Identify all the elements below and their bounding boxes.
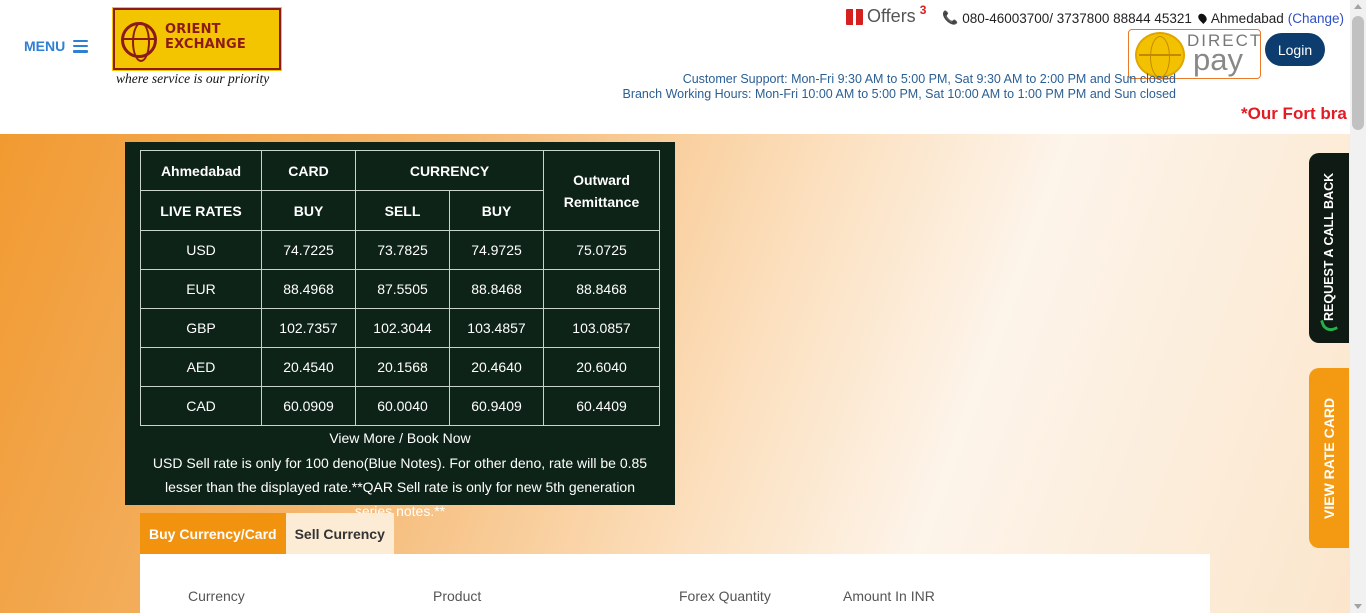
currency-buy-rate: 88.8468 bbox=[449, 269, 544, 309]
hamburger-icon bbox=[73, 39, 89, 53]
card-header: CARD bbox=[261, 150, 356, 191]
request-call-back-label: REQUEST A CALL BACK bbox=[1322, 172, 1336, 322]
currency-code: GBP bbox=[140, 308, 262, 348]
menu-button[interactable]: MENU bbox=[24, 38, 89, 54]
transaction-tabs: Buy Currency/Card Sell Currency bbox=[140, 513, 394, 554]
currency-sell-rate: 102.3044 bbox=[355, 308, 450, 348]
branch-working-hours: Branch Working Hours: Mon-Fri 10:00 AM t… bbox=[622, 87, 1176, 101]
tagline: where service is our priority bbox=[116, 71, 270, 86]
currency-label: Currency bbox=[188, 588, 245, 604]
amount-inr-label: Amount In INR bbox=[843, 588, 935, 604]
orient-exchange-logo[interactable]: ORIENT EXCHANGE bbox=[112, 7, 282, 71]
rates-city-header: Ahmedabad bbox=[140, 150, 262, 191]
table-row: GBP 102.7357 102.3044 103.4857 103.0857 bbox=[140, 308, 660, 348]
live-rates-panel: Ahmedabad CARD CURRENCY Outward Remittanc… bbox=[125, 142, 675, 519]
card-buy-rate: 74.7225 bbox=[261, 230, 356, 270]
currency-buy-rate: 74.9725 bbox=[449, 230, 544, 270]
phone-number[interactable]: 080-46003700/ 3737800 88844 45321 bbox=[962, 11, 1192, 26]
offers-link[interactable]: Offers 3 bbox=[846, 3, 927, 27]
card-buy-header: BUY bbox=[261, 190, 356, 231]
currency-sell-rate: 73.7825 bbox=[355, 230, 450, 270]
menu-label: MENU bbox=[24, 38, 66, 54]
gift-icon bbox=[846, 9, 863, 25]
tab-buy-currency-card[interactable]: Buy Currency/Card bbox=[140, 513, 286, 554]
change-city-link[interactable]: (Change) bbox=[1288, 11, 1344, 26]
scrollbar-thumb[interactable] bbox=[1352, 16, 1364, 130]
contact-bar: 📞 080-46003700/ 3737800 88844 45321 Ahme… bbox=[942, 10, 1344, 26]
remittance-rate: 103.0857 bbox=[543, 308, 660, 348]
remittance-rate: 60.4409 bbox=[543, 386, 660, 426]
card-buy-rate: 20.4540 bbox=[261, 347, 356, 387]
currency-code: USD bbox=[140, 230, 262, 270]
customer-support-hours: Customer Support: Mon-Fri 9:30 AM to 5:0… bbox=[682, 72, 1176, 86]
request-call-back-button[interactable]: REQUEST A CALL BACK bbox=[1309, 153, 1349, 343]
product-label: Product bbox=[433, 588, 482, 604]
currency-header: CURRENCY bbox=[355, 150, 544, 191]
remittance-rate: 75.0725 bbox=[543, 230, 660, 270]
logo-text: ORIENT EXCHANGE bbox=[165, 22, 246, 52]
table-row: USD 74.7225 73.7825 74.9725 75.0725 bbox=[140, 230, 660, 270]
scroll-down-arrow-icon[interactable] bbox=[1354, 604, 1362, 609]
currency-code: EUR bbox=[140, 269, 262, 309]
outward-remittance-header: Outward Remittance bbox=[543, 150, 660, 231]
currency-code: CAD bbox=[140, 386, 262, 426]
direct-pay-label-bottom: pay bbox=[1193, 42, 1243, 77]
offers-label: Offers bbox=[867, 6, 916, 26]
currency-buy-rate: 60.9409 bbox=[449, 386, 544, 426]
page-scrollbar[interactable] bbox=[1350, 0, 1366, 613]
login-button[interactable]: Login bbox=[1265, 33, 1325, 66]
announcement-marquee: *Our Fort bra bbox=[1241, 104, 1347, 123]
currency-sell-rate: 60.0040 bbox=[355, 386, 450, 426]
currency-sell-rate: 87.5505 bbox=[355, 269, 450, 309]
table-row: AED 20.4540 20.1568 20.4640 20.6040 bbox=[140, 347, 660, 387]
globe-icon bbox=[121, 22, 157, 62]
currency-buy-header: BUY bbox=[449, 190, 544, 231]
offers-count-badge: 3 bbox=[919, 3, 927, 17]
card-buy-rate: 102.7357 bbox=[261, 308, 356, 348]
forex-quantity-label: Forex Quantity bbox=[679, 588, 771, 604]
table-row: EUR 88.4968 87.5505 88.8468 88.8468 bbox=[140, 269, 660, 309]
scroll-up-arrow-icon[interactable] bbox=[1354, 4, 1362, 9]
view-rate-card-button[interactable]: VIEW RATE CARD bbox=[1309, 368, 1349, 548]
card-buy-rate: 88.4968 bbox=[261, 269, 356, 309]
currency-code: AED bbox=[140, 347, 262, 387]
tab-sell-currency[interactable]: Sell Currency bbox=[285, 513, 394, 554]
remittance-rate: 88.8468 bbox=[543, 269, 660, 309]
phone-icon: 📞 bbox=[942, 10, 959, 25]
currency-sell-header: SELL bbox=[355, 190, 450, 231]
live-rates-header: LIVE RATES bbox=[140, 190, 262, 231]
currency-sell-rate: 20.1568 bbox=[355, 347, 450, 387]
view-rate-card-label: VIEW RATE CARD bbox=[1321, 397, 1337, 519]
booking-form-panel: Currency Product Forex Quantity Amount I… bbox=[140, 554, 1210, 613]
site-header: MENU ORIENT EXCHANGE where service is ou… bbox=[0, 0, 1350, 134]
live-rates-table: Ahmedabad CARD CURRENCY Outward Remittanc… bbox=[140, 150, 660, 426]
remittance-rate: 20.6040 bbox=[543, 347, 660, 387]
support-hours: Customer Support: Mon-Fri 9:30 AM to 5:0… bbox=[622, 72, 1176, 102]
view-more-book-now-link[interactable]: View More / Book Now bbox=[125, 430, 675, 446]
currency-buy-rate: 20.4640 bbox=[449, 347, 544, 387]
card-buy-rate: 60.0909 bbox=[261, 386, 356, 426]
table-row: CAD 60.0909 60.0040 60.9409 60.4409 bbox=[140, 386, 660, 426]
current-city: Ahmedabad bbox=[1210, 10, 1284, 26]
location-pin-icon bbox=[1196, 12, 1209, 24]
currency-buy-rate: 103.4857 bbox=[449, 308, 544, 348]
